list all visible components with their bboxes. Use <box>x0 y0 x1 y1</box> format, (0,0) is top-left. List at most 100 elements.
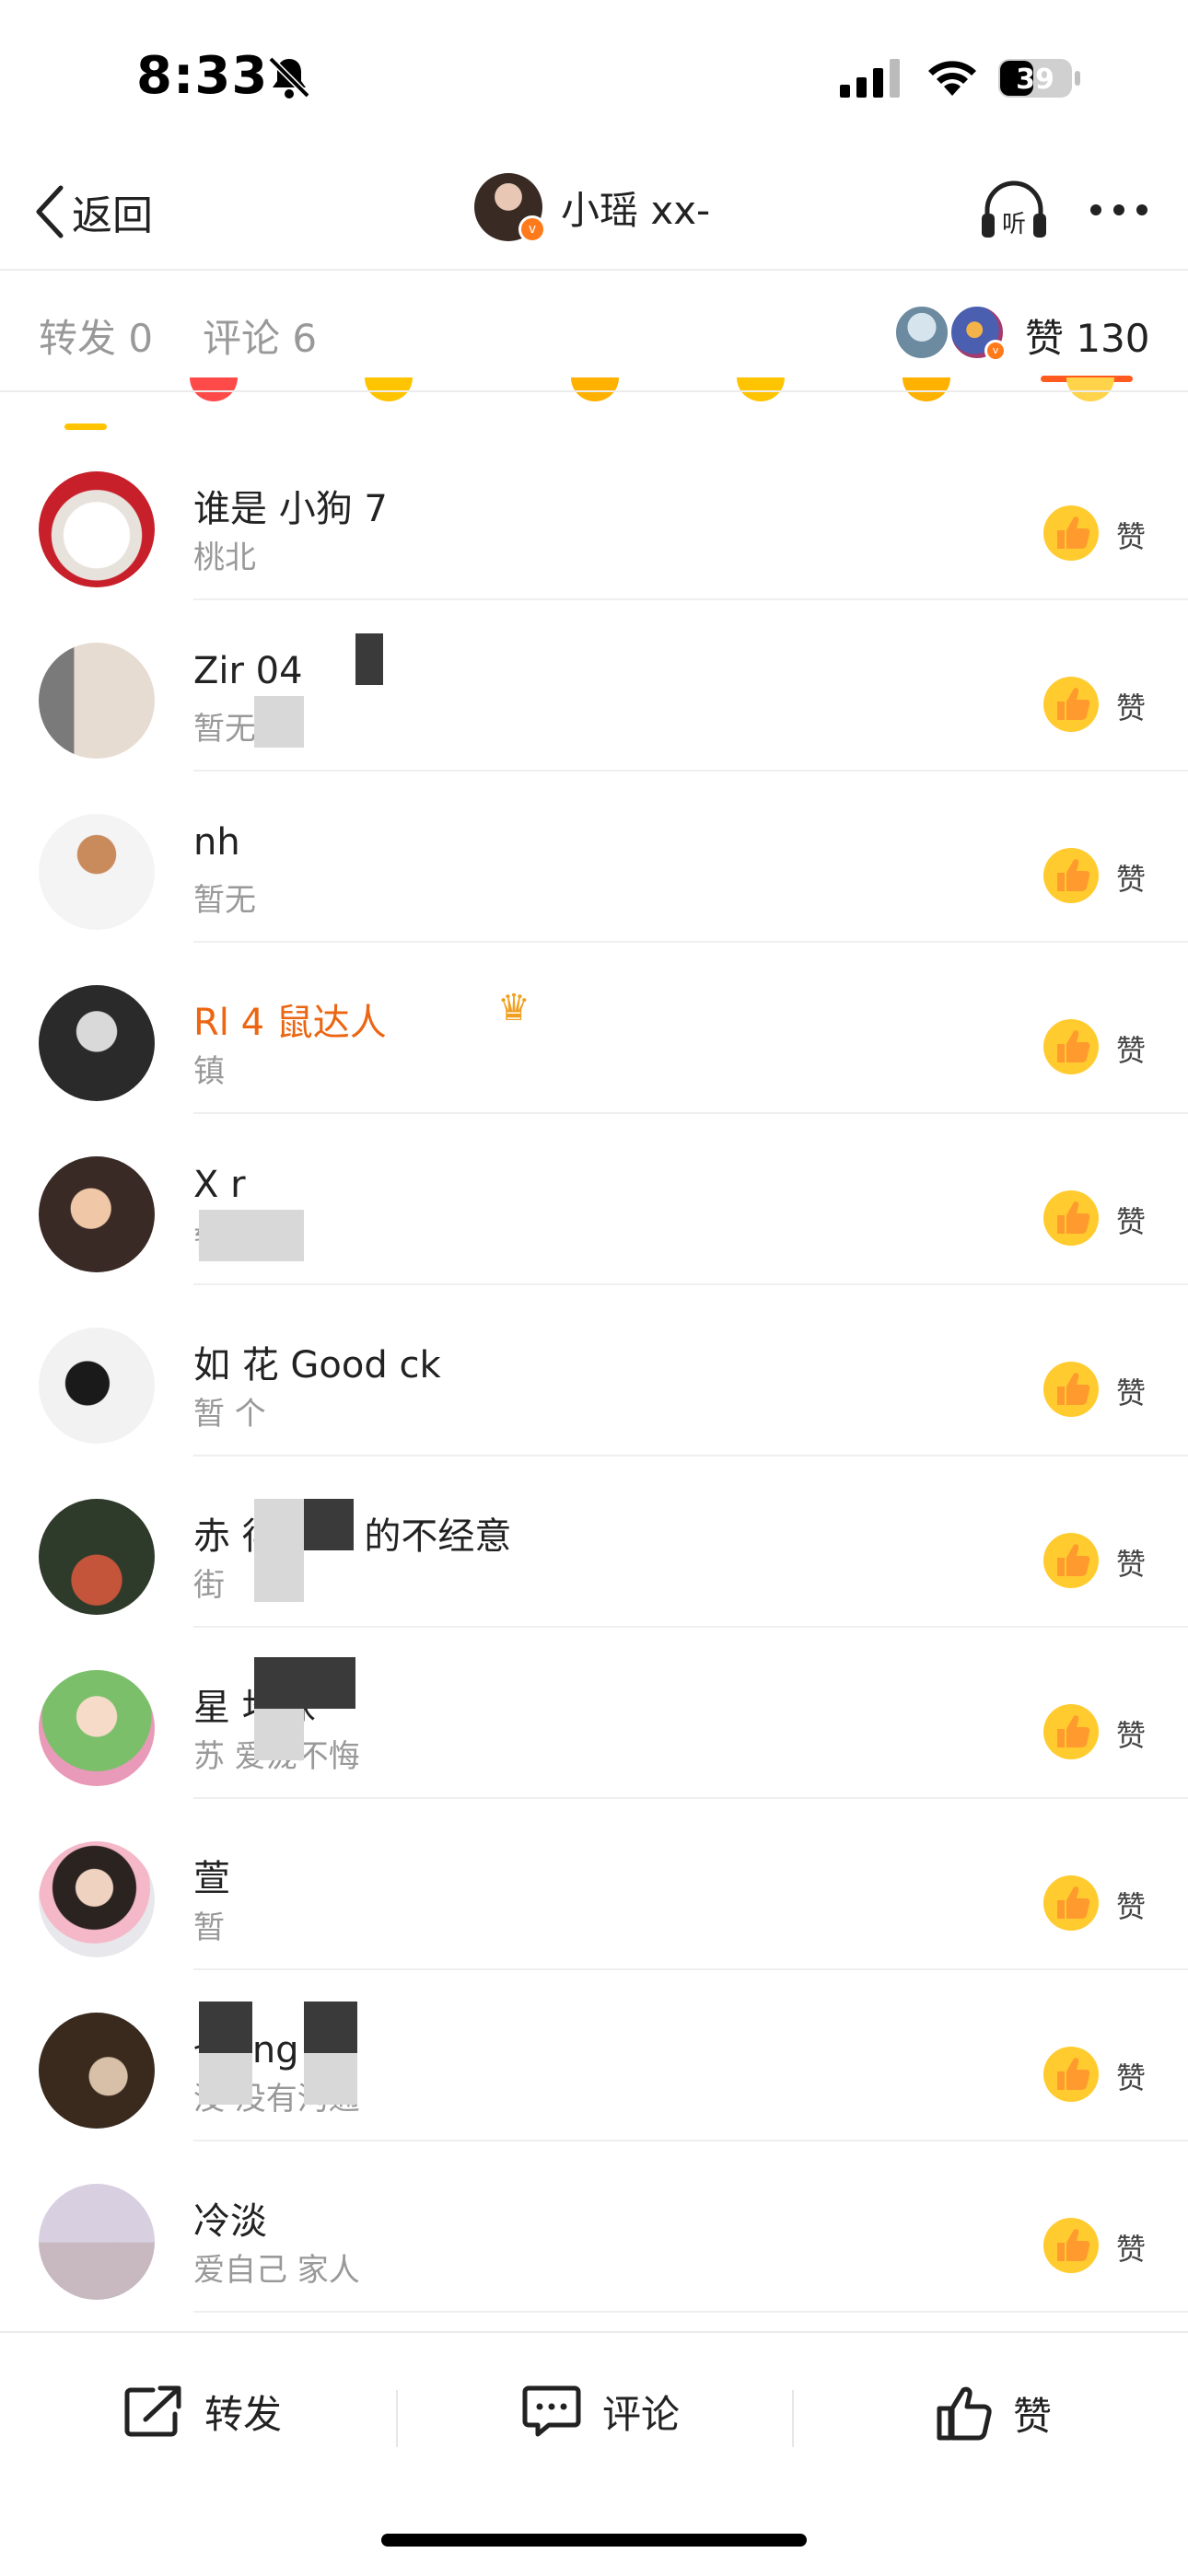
user-name[interactable]: 如 花 Good ck <box>193 1335 441 1388</box>
author-header[interactable]: v 小瑶 xx- <box>474 173 710 243</box>
list-item[interactable]: 萱 暂 赞 <box>0 1799 1188 1970</box>
reaction-filter-icon[interactable] <box>1066 377 1114 401</box>
list-item[interactable]: 星 地球 苏 爱泷不悔 赞 <box>0 1628 1188 1799</box>
verified-badge-icon: v <box>984 340 1007 362</box>
thumbs-up-icon <box>1043 505 1099 561</box>
like-label: 赞 <box>1116 2060 1147 2095</box>
nav-bar: 返回 v 小瑶 xx- 听 <box>0 157 1188 269</box>
like-label: 赞 <box>1116 1718 1147 1753</box>
avatar[interactable]: v <box>474 173 546 243</box>
like-label: 赞 <box>1116 1033 1147 1068</box>
back-label: 返回 <box>72 192 153 239</box>
like-label: 赞 <box>1116 862 1147 897</box>
avatar[interactable] <box>39 1670 155 1786</box>
divider <box>0 390 1188 392</box>
like-label: 赞 <box>1013 2393 1053 2439</box>
redaction-block <box>254 1657 355 1709</box>
list-item[interactable]: 如 花 Good ck 暂 个 赞 <box>0 1285 1188 1456</box>
like-label: 赞 <box>1116 519 1147 554</box>
like-label: 赞 <box>1116 1375 1147 1410</box>
user-bio: 暂无 <box>193 882 256 919</box>
list-item[interactable]: 冷淡 爱自己 家人 赞 <box>0 2141 1188 2313</box>
redaction-block <box>254 1550 304 1602</box>
reaction-filter-icon[interactable] <box>737 377 785 401</box>
battery-icon: 39 <box>996 57 1081 103</box>
tab-repost[interactable]: 转发 0 <box>39 307 153 364</box>
back-button[interactable]: 返回 <box>33 182 153 241</box>
tab-like[interactable]: 赞 130 <box>1025 307 1150 364</box>
divider <box>396 2390 398 2447</box>
redaction-block <box>304 2053 357 2105</box>
like-label: 赞 <box>1116 1547 1147 1582</box>
user-name[interactable]: 萱 <box>193 1849 230 1902</box>
reaction-filter-icon[interactable] <box>190 377 238 401</box>
list-item[interactable]: 也 ing 没 没有沟通 赞 <box>0 1970 1188 2141</box>
thumbs-up-outline-icon <box>937 2386 992 2441</box>
avatar[interactable] <box>39 1328 155 1444</box>
share-icon <box>124 2385 181 2437</box>
like-label: 赞 <box>1116 1204 1147 1239</box>
reaction-filter-icon[interactable] <box>365 377 413 401</box>
like-button[interactable]: 赞 <box>934 2383 1052 2443</box>
list-item[interactable]: X r 暂 赞 <box>0 1114 1188 1285</box>
user-name[interactable]: 冷淡 <box>193 2191 267 2245</box>
redaction-block <box>199 2053 252 2105</box>
thumbs-up-icon <box>1043 1190 1099 1246</box>
user-bio: 暂无 <box>193 711 256 748</box>
list-item[interactable]: nh 暂无 赞 <box>0 772 1188 943</box>
cellular-signal-icon <box>840 59 900 98</box>
like-label: 赞 <box>1116 690 1147 725</box>
avatar[interactable] <box>39 2184 155 2300</box>
redaction-block <box>199 1210 304 1261</box>
tab-comment[interactable]: 评论 6 <box>203 307 317 364</box>
like-label: 赞 <box>1116 1889 1147 1924</box>
reaction-filter-icon[interactable] <box>903 377 950 401</box>
user-name[interactable]: Rl 4 鼠达人 <box>193 992 387 1046</box>
reaction-filter-row <box>0 377 1188 433</box>
user-bio: 镇 <box>193 1053 225 1090</box>
redaction-block <box>254 1709 304 1760</box>
comment-button[interactable]: 评论 <box>519 2383 680 2440</box>
listen-headphones-icon[interactable]: 听 <box>978 177 1050 245</box>
list-item[interactable]: 谁是 小狗 7 桃北 赞 <box>0 429 1188 600</box>
user-bio: 爱自己 家人 <box>193 2252 360 2289</box>
thumbs-up-icon <box>1043 1533 1099 1588</box>
interaction-tabs: 转发 0 评论 6 v 赞 130 <box>0 271 1188 390</box>
crown-badge-icon: ♛ <box>497 987 530 1029</box>
more-icon[interactable] <box>1087 199 1151 221</box>
redaction-block <box>304 1499 354 1550</box>
avatar[interactable] <box>39 471 155 587</box>
status-bar: 8:33 39 <box>0 0 1188 157</box>
svg-text:听: 听 <box>1002 211 1026 238</box>
silent-bell-icon <box>268 56 310 99</box>
user-name[interactable]: Zir 04 <box>193 650 303 692</box>
redaction-block <box>304 2002 357 2053</box>
thumbs-up-icon <box>1043 2218 1099 2273</box>
chevron-left-icon <box>36 185 64 238</box>
avatar[interactable] <box>39 643 155 759</box>
thumbs-up-icon <box>1043 2047 1099 2102</box>
redaction-block <box>199 2002 252 2053</box>
redaction-block <box>355 633 383 685</box>
avatar[interactable] <box>39 1499 155 1615</box>
user-name[interactable]: X r <box>193 1164 246 1206</box>
avatar[interactable] <box>39 2013 155 2129</box>
reaction-filter-icon[interactable] <box>571 377 619 401</box>
home-indicator[interactable] <box>381 2534 807 2547</box>
list-item[interactable]: 赤 得了七 的不经意 街 赞 <box>0 1456 1188 1628</box>
avatar[interactable] <box>39 814 155 930</box>
avatar[interactable] <box>39 985 155 1101</box>
user-name[interactable]: nh <box>193 821 240 864</box>
repost-label: 转发 <box>204 2391 283 2437</box>
list-item[interactable]: Zir 04 暂无 赞 <box>0 600 1188 772</box>
like-label: 赞 <box>1116 2232 1147 2267</box>
avatar[interactable] <box>39 1841 155 1957</box>
user-bio: 暂 <box>193 1909 225 1946</box>
thumbs-up-icon <box>1043 1019 1099 1074</box>
status-time: 8:33 <box>136 46 269 106</box>
user-name[interactable]: 谁是 小狗 7 <box>193 479 388 532</box>
avatar[interactable] <box>39 1156 155 1272</box>
repost-button[interactable]: 转发 <box>122 2383 282 2440</box>
list-item[interactable]: Rl 4 鼠达人 ♛ 镇 赞 <box>0 943 1188 1114</box>
thumbs-up-icon <box>1043 1362 1099 1417</box>
